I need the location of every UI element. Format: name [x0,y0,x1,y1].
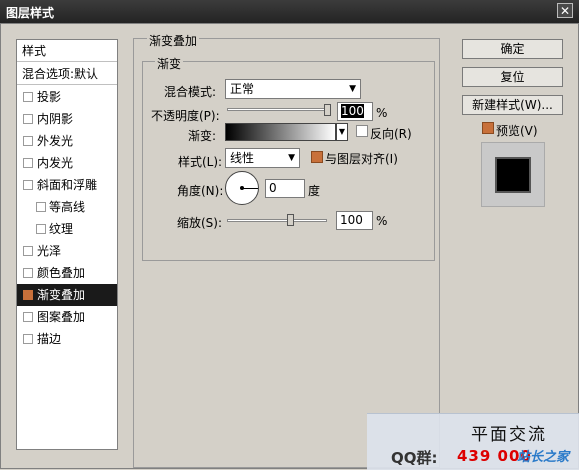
preview-checkbox[interactable] [482,122,494,134]
style-list-item[interactable]: 渐变叠加 [17,284,117,306]
style-list-item[interactable]: 内发光 [17,152,117,174]
ok-button[interactable]: 确定 [462,39,563,59]
style-list-item-label: 光泽 [37,244,62,258]
style-list-item-label: 投影 [37,90,62,104]
angle-dial[interactable] [225,171,259,205]
style-list-item[interactable]: 投影 [17,86,117,108]
angle-label: 角度(N): [177,184,224,198]
style-list-item-label: 等高线 [49,200,86,214]
preview-swatch [497,159,529,191]
new-style-button[interactable]: 新建样式(W)... [462,95,563,115]
scale-value: 100 [340,213,363,227]
style-list-item-label: 渐变叠加 [37,288,86,302]
style-checkbox[interactable] [23,180,33,190]
style-list-item[interactable]: 描边 [17,328,117,350]
reset-button[interactable]: 复位 [462,67,563,87]
watermark-qq-label: QQ群: [391,449,438,467]
style-checkbox[interactable] [23,114,33,124]
chevron-down-icon: ▼ [338,127,346,136]
opacity-value: 100 [341,104,364,118]
style-list-item-label: 颜色叠加 [37,266,86,280]
scale-label: 缩放(S): [177,216,223,230]
close-button[interactable]: ✕ [557,3,573,18]
angle-center [240,186,244,190]
layer-style-dialog: 样式 混合选项:默认 投影 内阴影 外发光 内发光 斜面和浮雕 等高线 纹理 光泽 颜色叠加 渐变… [0,23,579,469]
style-label: 样式(L): [178,155,223,169]
align-with-layer-checkbox[interactable] [311,151,323,163]
opacity-label: 不透明度(P): [151,109,220,123]
style-checkbox[interactable] [23,246,33,256]
gradient-picker[interactable] [225,123,336,141]
blend-mode-label: 混合模式: [164,85,217,99]
reverse-label: 反向(R) [370,127,412,141]
style-list-item-label: 描边 [37,332,62,346]
style-list-item-label: 斜面和浮雕 [37,178,98,192]
style-checkbox[interactable] [36,202,46,212]
style-checkbox[interactable] [23,312,33,322]
style-checkbox[interactable] [23,92,33,102]
style-checkbox[interactable] [23,334,33,344]
angle-value: 0 [269,181,277,195]
angle-needle [242,188,258,189]
style-checkbox[interactable] [23,268,33,278]
style-list-item-label: 内发光 [37,156,74,170]
style-list-item[interactable]: 颜色叠加 [17,262,117,284]
style-checkbox[interactable] [23,136,33,146]
angle-input[interactable]: 0 [265,179,305,198]
style-list-item-label: 内阴影 [37,112,74,126]
preview-label: 预览(V) [496,124,538,138]
style-checkbox[interactable] [36,224,46,234]
style-list-item-label: 外发光 [37,134,74,148]
style-list-item[interactable]: 等高线 [17,196,117,218]
style-checkbox[interactable] [23,158,33,168]
window-title: 图层样式 [6,6,55,20]
chevron-down-icon: ▼ [349,84,356,94]
style-list-item[interactable]: 外发光 [17,130,117,152]
align-with-layer-label: 与图层对齐(I) [325,152,398,166]
style-list: 样式 混合选项:默认 投影内阴影外发光内发光斜面和浮雕等高线纹理光泽颜色叠加渐变… [16,39,118,450]
preview-thumbnail [481,142,545,207]
watermark-logo: 站长之家 [517,450,570,465]
style-list-item[interactable]: 内阴影 [17,108,117,130]
opacity-unit: % [376,106,388,120]
style-list-header[interactable]: 样式 [17,40,117,62]
opacity-slider-handle[interactable] [324,104,331,116]
blend-mode-select[interactable]: 正常 ▼ [225,79,361,99]
style-select[interactable]: 线性 ▼ [225,148,300,168]
blend-options-item[interactable]: 混合选项:默认 [17,63,117,85]
style-value: 线性 [230,151,255,165]
scale-input[interactable]: 100 [336,211,373,230]
chevron-down-icon: ▼ [288,153,295,163]
gradient-overlay-title: 渐变叠加 [147,32,200,49]
style-list-item[interactable]: 光泽 [17,240,117,262]
title-bar: 图层样式 ✕ [0,0,579,24]
scale-slider-handle[interactable] [287,214,294,226]
style-checkbox[interactable] [23,290,33,300]
opacity-input[interactable]: 100 [337,102,373,121]
style-list-item[interactable]: 斜面和浮雕 [17,174,117,196]
angle-unit: 度 [308,184,321,198]
style-list-item-label: 纹理 [49,222,74,236]
style-list-item-label: 图案叠加 [37,310,86,324]
reverse-checkbox[interactable] [356,125,368,137]
watermark-title: 平面交流 [471,425,547,445]
scale-unit: % [376,214,388,228]
style-list-item[interactable]: 图案叠加 [17,306,117,328]
style-list-item[interactable]: 纹理 [17,218,117,240]
watermark: 平面交流 QQ群: 439 000 站长之家 [367,413,579,470]
opacity-slider[interactable] [227,108,331,111]
gradient-label: 渐变: [188,129,217,143]
gradient-dropdown[interactable]: ▼ [336,123,348,141]
close-icon: ✕ [559,4,571,18]
blend-mode-value: 正常 [230,82,255,96]
gradient-subgroup-title: 渐变 [155,55,184,72]
scale-slider[interactable] [227,219,327,222]
